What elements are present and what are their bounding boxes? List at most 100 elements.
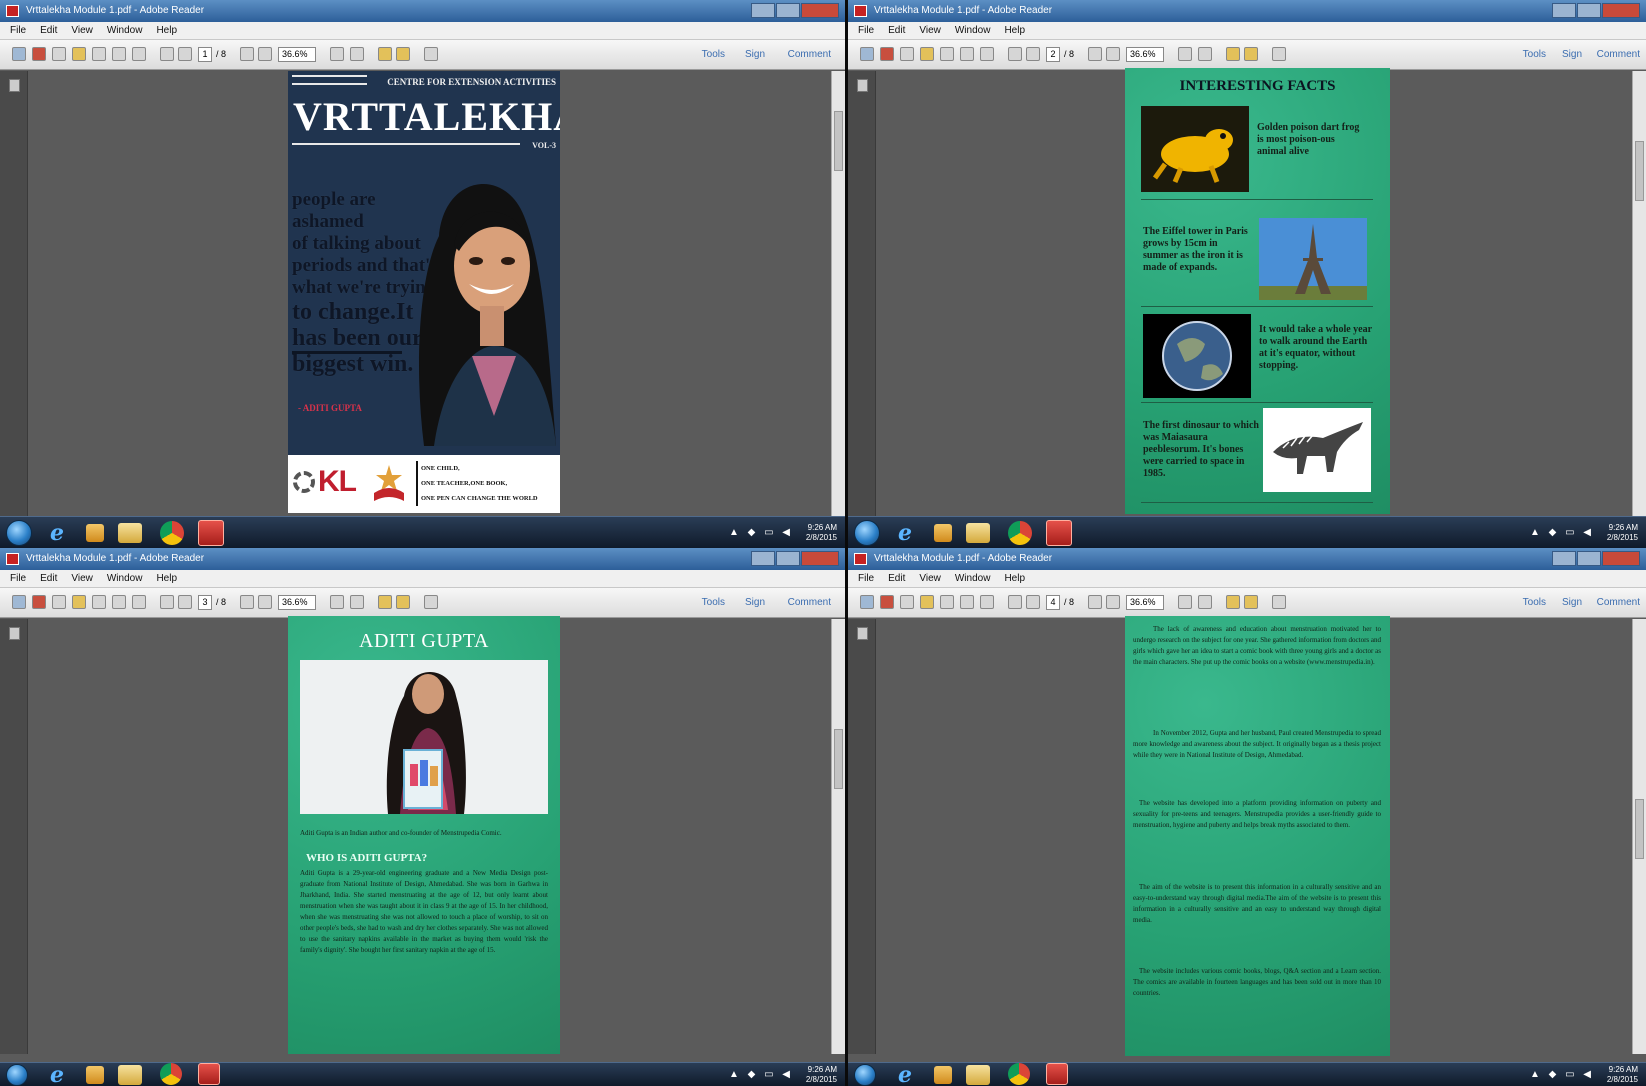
menu-help[interactable]: Help: [156, 573, 177, 584]
sign-link[interactable]: Sign: [745, 597, 765, 608]
navigation-pane[interactable]: [848, 619, 876, 1054]
pdf-icon[interactable]: [880, 47, 894, 61]
zoom-out-icon[interactable]: [1088, 595, 1102, 609]
scroll-thumb[interactable]: [834, 111, 843, 171]
menu-help[interactable]: Help: [1004, 25, 1025, 36]
menu-edit[interactable]: Edit: [40, 573, 57, 584]
maximize-button[interactable]: [1577, 3, 1601, 18]
highlight-icon[interactable]: [1244, 595, 1258, 609]
chrome-icon[interactable]: [160, 521, 184, 545]
email-icon[interactable]: [980, 47, 994, 61]
edit-icon[interactable]: [900, 47, 914, 61]
close-button[interactable]: [1602, 3, 1640, 18]
comment-link[interactable]: Comment: [1597, 597, 1640, 608]
expand-icon[interactable]: [424, 595, 438, 609]
menu-file[interactable]: File: [858, 25, 874, 36]
menu-window[interactable]: Window: [107, 573, 143, 584]
page-thumbnails-icon[interactable]: [857, 627, 868, 640]
internet-explorer-icon[interactable]: e: [890, 520, 920, 546]
tools-link[interactable]: Tools: [702, 597, 725, 608]
comment-icon[interactable]: [378, 47, 392, 61]
zoom-level-select[interactable]: 36.6%: [278, 47, 316, 62]
pdf-icon[interactable]: [32, 595, 46, 609]
page-number-input[interactable]: 4: [1046, 595, 1060, 610]
tools-link[interactable]: Tools: [1523, 597, 1546, 608]
file-explorer-icon[interactable]: [118, 523, 142, 543]
vertical-scrollbar[interactable]: [831, 71, 845, 516]
adobe-reader-taskbar-icon[interactable]: [198, 1063, 220, 1085]
print-icon[interactable]: [960, 47, 974, 61]
page-thumbnails-icon[interactable]: [9, 79, 20, 92]
start-button[interactable]: [854, 1064, 876, 1086]
fit-width-icon[interactable]: [350, 595, 364, 609]
start-button[interactable]: [6, 1064, 28, 1086]
menu-file[interactable]: File: [10, 25, 26, 36]
navigation-pane[interactable]: [0, 71, 28, 516]
sign-link[interactable]: Sign: [1562, 597, 1582, 608]
comment-icon[interactable]: [378, 595, 392, 609]
zoom-out-icon[interactable]: [1088, 47, 1102, 61]
clock[interactable]: 9:26 AM 2/8/2015: [1607, 1065, 1638, 1085]
menu-window[interactable]: Window: [955, 573, 991, 584]
email-icon[interactable]: [132, 595, 146, 609]
page-number-input[interactable]: 3: [198, 595, 212, 610]
media-player-icon[interactable]: [86, 524, 104, 542]
next-page-icon[interactable]: [178, 47, 192, 61]
highlight-icon[interactable]: [1244, 47, 1258, 61]
page-thumbnails-icon[interactable]: [9, 627, 20, 640]
next-page-icon[interactable]: [1026, 595, 1040, 609]
system-tray-icons[interactable]: ▲ ◆ ▭ ◀: [729, 1069, 793, 1080]
clock[interactable]: 9:26 AM 2/8/2015: [806, 523, 837, 543]
fit-width-icon[interactable]: [1198, 595, 1212, 609]
system-tray-icons[interactable]: ▲ ◆ ▭ ◀: [729, 527, 793, 538]
menu-window[interactable]: Window: [955, 25, 991, 36]
prev-page-icon[interactable]: [1008, 595, 1022, 609]
adobe-reader-taskbar-icon[interactable]: [198, 520, 224, 546]
expand-icon[interactable]: [424, 47, 438, 61]
close-button[interactable]: [1602, 551, 1640, 566]
edit-icon[interactable]: [52, 595, 66, 609]
page-thumbnails-icon[interactable]: [857, 79, 868, 92]
minimize-button[interactable]: [1552, 3, 1576, 18]
menu-view[interactable]: View: [919, 25, 941, 36]
zoom-level-select[interactable]: 36.6%: [1126, 47, 1164, 62]
prev-page-icon[interactable]: [160, 47, 174, 61]
next-page-icon[interactable]: [178, 595, 192, 609]
prev-page-icon[interactable]: [1008, 47, 1022, 61]
close-button[interactable]: [801, 551, 839, 566]
adobe-reader-taskbar-icon[interactable]: [1046, 1063, 1068, 1085]
maximize-button[interactable]: [776, 551, 800, 566]
window-titlebar[interactable]: Vrttalekha Module 1.pdf - Adobe Reader: [848, 0, 1646, 22]
zoom-in-icon[interactable]: [1106, 595, 1120, 609]
fit-width-icon[interactable]: [350, 47, 364, 61]
navigation-pane[interactable]: [0, 619, 28, 1054]
fit-width-icon[interactable]: [1198, 47, 1212, 61]
zoom-in-icon[interactable]: [258, 47, 272, 61]
minimize-button[interactable]: [751, 551, 775, 566]
create-icon[interactable]: [12, 47, 26, 61]
zoom-out-icon[interactable]: [240, 595, 254, 609]
save-icon[interactable]: [940, 47, 954, 61]
maximize-button[interactable]: [1577, 551, 1601, 566]
comment-link[interactable]: Comment: [788, 597, 831, 608]
tools-link[interactable]: Tools: [702, 49, 725, 60]
sign-link[interactable]: Sign: [1562, 49, 1582, 60]
start-button[interactable]: [6, 520, 32, 546]
edit-icon[interactable]: [52, 47, 66, 61]
menu-file[interactable]: File: [10, 573, 26, 584]
media-player-icon[interactable]: [934, 1066, 952, 1084]
email-icon[interactable]: [132, 47, 146, 61]
chrome-icon[interactable]: [160, 1063, 182, 1085]
menu-edit[interactable]: Edit: [888, 573, 905, 584]
clock[interactable]: 9:26 AM 2/8/2015: [806, 1065, 837, 1085]
media-player-icon[interactable]: [934, 524, 952, 542]
file-explorer-icon[interactable]: [966, 523, 990, 543]
comment-link[interactable]: Comment: [1597, 49, 1640, 60]
navigation-pane[interactable]: [848, 71, 876, 516]
zoom-level-select[interactable]: 36.6%: [1126, 595, 1164, 610]
minimize-button[interactable]: [751, 3, 775, 18]
window-titlebar[interactable]: Vrttalekha Module 1.pdf - Adobe Reader: [0, 0, 845, 22]
email-icon[interactable]: [980, 595, 994, 609]
save-icon[interactable]: [940, 595, 954, 609]
tools-link[interactable]: Tools: [1523, 49, 1546, 60]
